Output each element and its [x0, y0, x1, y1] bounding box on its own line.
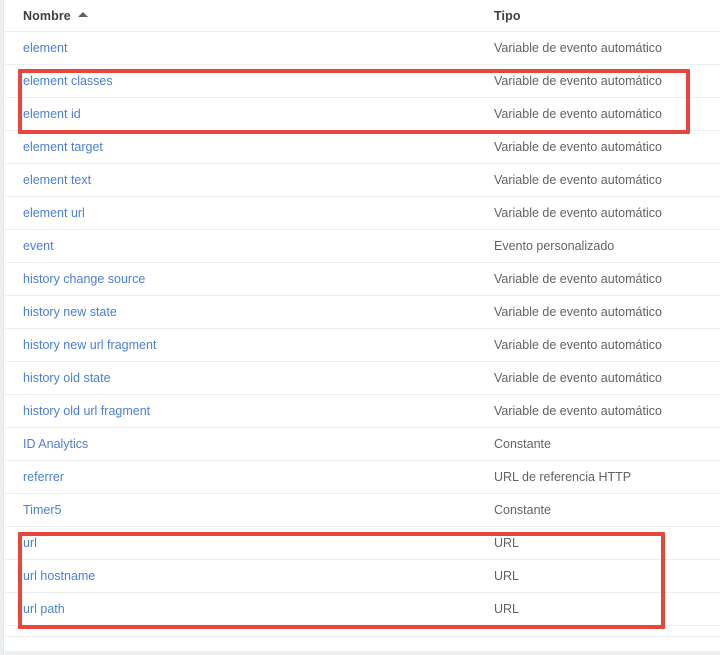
variable-name-cell: element target	[5, 130, 485, 164]
variable-name-link[interactable]: event	[23, 239, 54, 253]
variable-name-link[interactable]: url	[23, 536, 37, 550]
table-row[interactable]: referrer URL de referencia HTTP	[5, 460, 720, 494]
table-row[interactable]: history new state Variable de evento auto…	[5, 295, 720, 329]
variable-name-link[interactable]: ID Analytics	[23, 437, 88, 451]
variable-name-link[interactable]: history new url fragment	[23, 338, 156, 352]
variable-type-cell: Evento personalizado	[485, 229, 720, 263]
table-row[interactable]: element id Variable de evento automático	[5, 97, 720, 131]
variable-name-cell: element	[5, 31, 485, 65]
table-footer-strip	[5, 636, 720, 655]
variable-name-cell: history new url fragment	[5, 328, 485, 362]
variable-type-cell: Variable de evento automático	[485, 361, 720, 395]
variable-type-cell: URL de referencia HTTP	[485, 460, 720, 494]
variable-name-link[interactable]: history old state	[23, 371, 111, 385]
table-row[interactable]: element text Variable de evento automátic…	[5, 163, 720, 197]
variable-name-cell: referrer	[5, 460, 485, 494]
variable-name-cell: element classes	[5, 64, 485, 98]
variable-type-cell: Variable de evento automático	[485, 64, 720, 98]
variable-type-cell: Variable de evento automático	[485, 328, 720, 362]
variable-name-link[interactable]: history new state	[23, 305, 117, 319]
variable-type-cell: Variable de evento automático	[485, 295, 720, 329]
variable-type-cell: Variable de evento automático	[485, 97, 720, 131]
table-row[interactable]: element Variable de evento automático	[5, 31, 720, 65]
variable-name-link[interactable]: element classes	[23, 74, 113, 88]
variable-name-link[interactable]: history old url fragment	[23, 404, 150, 418]
variable-name-link[interactable]: url path	[23, 602, 65, 616]
table-row[interactable]: history old state Variable de evento auto…	[5, 361, 720, 395]
variable-name-cell: history old state	[5, 361, 485, 395]
variable-type-cell: Variable de evento automático	[485, 394, 720, 428]
variable-name-cell: history old url fragment	[5, 394, 485, 428]
variable-type-cell: Variable de evento automático	[485, 262, 720, 296]
variable-name-link[interactable]: url hostname	[23, 569, 95, 583]
table-header-row: Nombre Tipo	[5, 0, 720, 32]
variable-name-cell: ID Analytics	[5, 427, 485, 461]
table-row[interactable]: history change source Variable de evento …	[5, 262, 720, 296]
variable-name-cell: element id	[5, 97, 485, 131]
variable-name-cell: element text	[5, 163, 485, 197]
table-row[interactable]: ID Analytics Constante	[5, 427, 720, 461]
table-row[interactable]: event Evento personalizado	[5, 229, 720, 263]
variable-name-link[interactable]: element target	[23, 140, 103, 154]
variable-name-cell: url hostname	[5, 559, 485, 593]
variable-type-cell: Constante	[485, 493, 720, 527]
variables-table-container: Nombre Tipo element Variable de evento au…	[5, 0, 720, 655]
column-header-name-label: Nombre	[23, 8, 71, 23]
page-left-edge	[0, 0, 4, 655]
table-row[interactable]: element target Variable de evento automát…	[5, 130, 720, 164]
variable-type-cell: Constante	[485, 427, 720, 461]
variable-type-cell: URL	[485, 559, 720, 593]
variable-name-cell: event	[5, 229, 485, 263]
variable-type-cell: Variable de evento automático	[485, 196, 720, 230]
variable-type-cell: URL	[485, 592, 720, 626]
table-body: element Variable de evento automático elem…	[5, 31, 720, 626]
table-row[interactable]: url hostname URL	[5, 559, 720, 593]
table-row[interactable]: Timer5 Constante	[5, 493, 720, 527]
table-row[interactable]: history new url fragment Variable de even…	[5, 328, 720, 362]
variable-type-cell: Variable de evento automático	[485, 163, 720, 197]
variable-name-link[interactable]: Timer5	[23, 503, 61, 517]
variables-table: Nombre Tipo element Variable de evento au…	[5, 0, 720, 626]
triangle-up-icon	[77, 12, 88, 17]
variable-name-link[interactable]: element	[23, 41, 67, 55]
table-row[interactable]: history old url fragment Variable de even…	[5, 394, 720, 428]
variable-name-link[interactable]: element id	[23, 107, 81, 121]
variable-name-cell: history new state	[5, 295, 485, 329]
column-header-type-label: Tipo	[494, 8, 521, 23]
variable-type-cell: Variable de evento automático	[485, 130, 720, 164]
variable-name-link[interactable]: history change source	[23, 272, 145, 286]
variable-name-link[interactable]: element url	[23, 206, 85, 220]
variable-name-cell: Timer5	[5, 493, 485, 527]
variable-type-cell: URL	[485, 526, 720, 560]
variable-name-link[interactable]: element text	[23, 173, 91, 187]
table-row[interactable]: element classes Variable de evento automá…	[5, 64, 720, 98]
variable-name-cell: element url	[5, 196, 485, 230]
table-row[interactable]: url URL	[5, 526, 720, 560]
variable-name-cell: history change source	[5, 262, 485, 296]
variable-name-cell: url path	[5, 592, 485, 626]
column-header-name[interactable]: Nombre	[5, 0, 485, 32]
variable-type-cell: Variable de evento automático	[485, 31, 720, 65]
variable-name-cell: url	[5, 526, 485, 560]
variable-name-link[interactable]: referrer	[23, 470, 64, 484]
variables-page: Nombre Tipo element Variable de evento au…	[0, 0, 720, 655]
table-header: Nombre Tipo	[5, 0, 720, 32]
table-row[interactable]: element url Variable de evento automático	[5, 196, 720, 230]
table-row[interactable]: url path URL	[5, 592, 720, 626]
column-header-type[interactable]: Tipo	[485, 0, 720, 32]
